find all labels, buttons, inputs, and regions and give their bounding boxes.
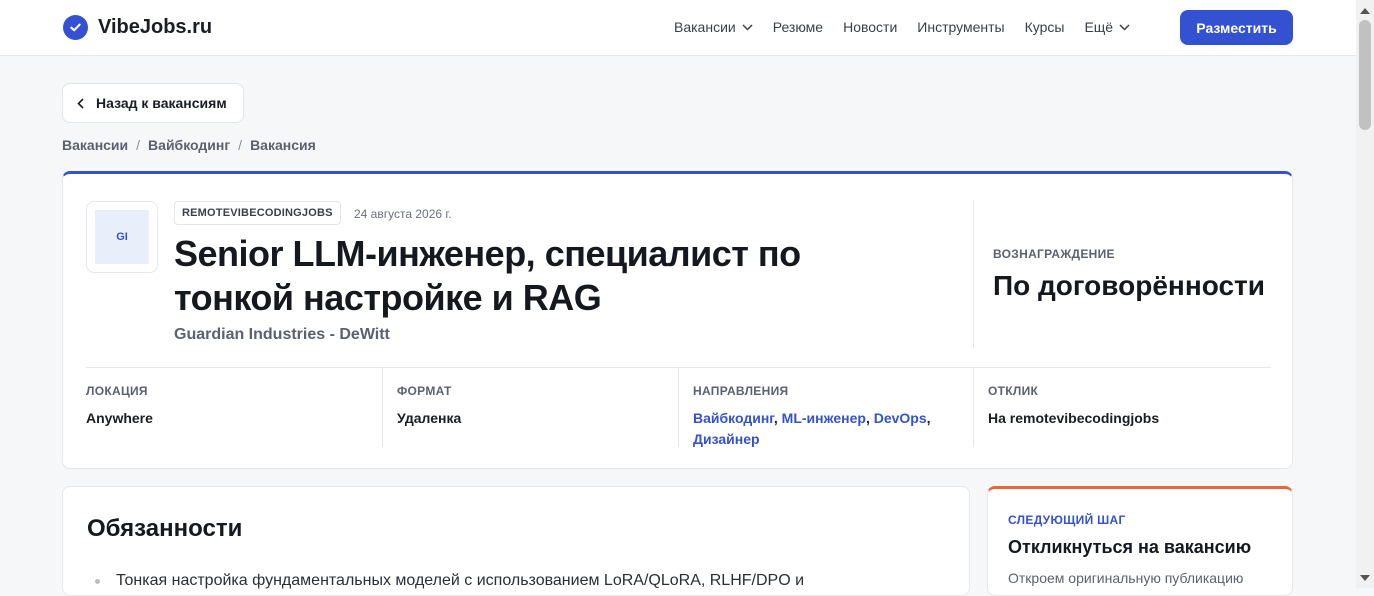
list-item: Тонкая настройка фундаментальных моделей… [95,572,804,590]
posted-date: 24 августа 2026 г. [354,207,452,221]
salary-value: По договорённости [993,270,1265,301]
scroll-up-arrow-icon[interactable] [1360,8,1370,14]
source-badge: REMOTEVIBECODINGJOBS [174,201,341,225]
post-job-button[interactable]: Разместить [1180,10,1293,45]
company-logo-initials: GI [95,210,149,264]
nav-courses[interactable]: Курсы [1025,19,1065,35]
next-step-label: СЛЕДУЮЩИЙ ШАГ [1008,513,1126,527]
meta-format: ФОРМАТ Удаленка [382,367,678,447]
nav-more[interactable]: Ещё [1084,19,1130,35]
main-nav: Вакансии Резюме Новости Инструменты Курс… [674,19,1130,35]
meta-format-label: ФОРМАТ [397,384,452,398]
nav-news-label: Новости [843,19,898,35]
scroll-down-arrow-icon[interactable] [1360,575,1370,581]
nav-resume[interactable]: Резюме [773,19,823,35]
divider [973,200,974,348]
next-step-card: СЛЕДУЮЩИЙ ШАГ Откликнуться на вакансию О… [987,486,1293,596]
meta-location-label: ЛОКАЦИЯ [86,384,148,398]
nav-news[interactable]: Новости [843,19,897,35]
site-header: VibeJobs.ru Вакансии Резюме Новости Инст… [0,0,1356,56]
meta-apply-label: ОТКЛИК [988,384,1039,398]
meta-location-value: Anywhere [86,410,153,426]
chevron-down-icon [742,23,753,31]
nav-tools[interactable]: Инструменты [917,19,1004,35]
scroll-thumb[interactable] [1359,20,1371,130]
nav-vacancies[interactable]: Вакансии [674,19,753,35]
nav-tools-label: Инструменты [917,19,1005,35]
back-to-vacancies-button[interactable]: Назад к вакансиям [62,83,244,123]
company-logo: GI [86,201,158,273]
direction-link[interactable]: ML-инженер [782,410,866,426]
meta-apply-value: На remotevibecodingjobs [988,410,1160,426]
job-card: GI REMOTEVIBECODINGJOBS 24 августа 2026 … [62,171,1293,469]
chevron-down-icon [1119,23,1130,31]
next-step-title: Откликнуться на вакансию [1008,537,1252,557]
breadcrumb-separator: / [238,137,243,153]
meta-directions-value: Вайбкодинг, ML-инженер, DevOps, Дизайнер [693,410,931,447]
meta-directions-label: НАПРАВЛЕНИЯ [693,384,789,398]
meta-directions: НАПРАВЛЕНИЯ Вайбкодинг, ML-инженер, DevO… [678,367,973,447]
job-title: Senior LLM-инженер, специалист по тонкой… [174,233,801,318]
breadcrumb: Вакансии / Вайбкодинг / Вакансия [62,137,316,153]
meta-apply: ОТКЛИК На remotevibecodingjobs [973,367,1271,447]
nav-more-label: Ещё [1084,19,1114,35]
nav-courses-label: Курсы [1024,19,1065,35]
breadcrumb-separator: / [136,137,141,153]
duties-title: Обязанности [87,515,243,542]
site-logo[interactable]: VibeJobs.ru [63,15,212,40]
salary-label: ВОЗНАГРАЖДЕНИЕ [993,247,1115,261]
next-step-description: Откроем оригинальную публикацию [1008,570,1244,586]
breadcrumb-vacancies[interactable]: Вакансии [62,137,128,153]
breadcrumb-current: Вакансия [250,137,316,153]
direction-link[interactable]: Вайбкодинг [693,410,774,426]
brand-name: VibeJobs.ru [98,16,213,38]
company-name: Guardian Industries - DeWitt [174,326,390,343]
direction-link[interactable]: DevOps [874,410,927,426]
nav-resume-label: Резюме [772,19,824,35]
duties-card: Обязанности Тонкая настройка фундаментал… [62,486,970,596]
breadcrumb-vibecoding[interactable]: Вайбкодинг [148,137,230,153]
meta-format-value: Удаленка [397,410,462,426]
chevron-left-icon [77,97,84,109]
bullet-icon [95,578,100,584]
page-scrollbar[interactable] [1356,0,1374,588]
check-badge-icon [63,15,88,40]
back-button-label: Назад к вакансиям [96,95,227,111]
nav-vacancies-label: Вакансии [674,19,736,35]
duty-text: Тонкая настройка фундаментальных моделей… [116,572,805,589]
direction-link[interactable]: Дизайнер [693,431,760,447]
meta-location: ЛОКАЦИЯ Anywhere [86,367,382,447]
